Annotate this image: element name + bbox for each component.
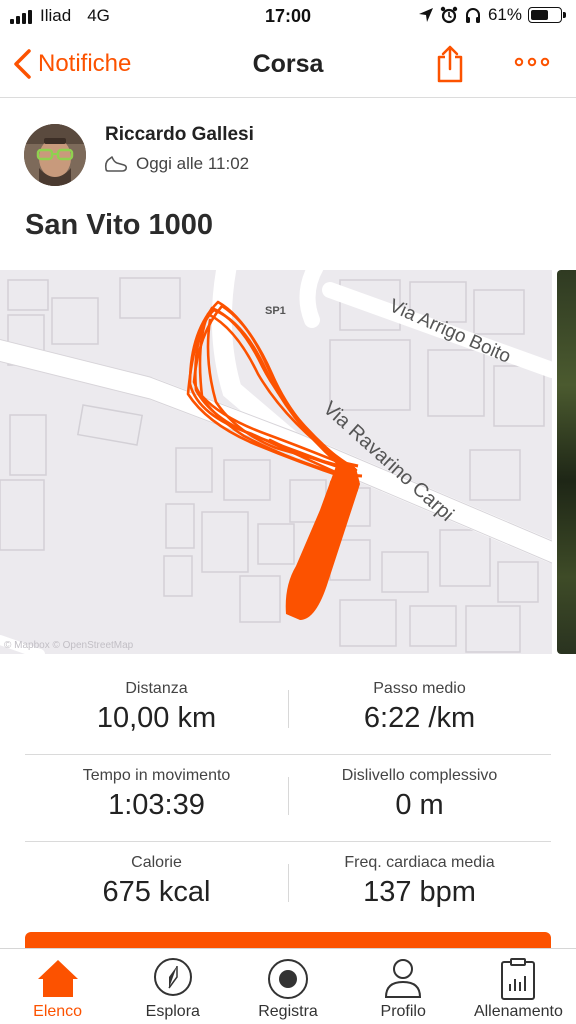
- record-icon: [268, 959, 308, 999]
- navigation-bar: Notifiche Corsa: [0, 32, 576, 98]
- chevron-left-icon: [14, 49, 31, 79]
- map-attribution: © Mapbox © OpenStreetMap: [4, 640, 134, 651]
- street-label-sp1: SP1: [265, 305, 286, 317]
- avatar[interactable]: [24, 124, 86, 186]
- stat-label: Calorie: [131, 854, 182, 871]
- stat-distance: Distanza 10,00 km: [25, 680, 288, 735]
- compass-icon: [153, 958, 192, 996]
- stats-row: Calorie 675 kcal Freq. cardiaca media 13…: [25, 842, 551, 929]
- stat-label: Distanza: [125, 680, 188, 697]
- stats-row: Tempo in movimento 1:03:39 Dislivello co…: [25, 755, 551, 842]
- stat-value: 6:22 /km: [363, 702, 476, 734]
- map-canvas: SP1 Via Arrigo Boito Via Ravarino Carpi …: [0, 270, 552, 654]
- battery-fill: [531, 10, 549, 20]
- activity-meta: Oggi alle 11:02: [104, 154, 249, 174]
- stat-moving-time: Tempo in movimento 1:03:39: [25, 767, 288, 822]
- alarm-icon: [440, 6, 458, 24]
- share-icon[interactable]: [434, 44, 466, 84]
- home-icon: [37, 960, 78, 997]
- stat-value: 137 bpm: [363, 876, 476, 908]
- status-right: 61%: [418, 5, 566, 25]
- tab-registra[interactable]: Registra: [230, 949, 345, 1024]
- stat-value: 0 m: [395, 789, 444, 821]
- shoe-icon: [104, 156, 128, 172]
- back-label: Notifiche: [38, 50, 132, 77]
- tab-label: Profilo: [380, 1003, 426, 1020]
- stat-calories: Calorie 675 kcal: [25, 854, 288, 909]
- athlete-name[interactable]: Riccardo Gallesi: [105, 124, 254, 146]
- stat-avg-heart-rate: Freq. cardiaca media 137 bpm: [288, 854, 551, 909]
- tab-label: Registra: [258, 1003, 318, 1020]
- activity-title: San Vito 1000: [25, 209, 214, 241]
- battery-percent: 61%: [487, 5, 522, 24]
- tab-bar: Elenco Esplora Registra Profilo Allename…: [0, 948, 576, 1024]
- stat-label: Tempo in movimento: [82, 767, 231, 784]
- tab-allenamento[interactable]: Allenamento: [461, 949, 576, 1024]
- route-map[interactable]: SP1 Via Arrigo Boito Via Ravarino Carpi …: [0, 270, 552, 654]
- headphones-icon: [465, 8, 480, 23]
- location-arrow-icon: [418, 8, 433, 22]
- tab-label: Elenco: [33, 1003, 83, 1020]
- stat-value: 1:03:39: [108, 789, 205, 821]
- stats-grid: Distanza 10,00 km Passo medio 6:22 /km T…: [25, 668, 551, 929]
- stat-avg-pace: Passo medio 6:22 /km: [288, 680, 551, 735]
- stats-row: Distanza 10,00 km Passo medio 6:22 /km: [25, 668, 551, 755]
- tab-profilo[interactable]: Profilo: [346, 949, 461, 1024]
- stat-label: Freq. cardiaca media: [344, 854, 495, 871]
- activity-photo-thumbnail[interactable]: [557, 270, 576, 654]
- stat-value: 675 kcal: [102, 876, 211, 908]
- battery-icon: [528, 7, 566, 23]
- tab-esplora[interactable]: Esplora: [115, 949, 230, 1024]
- clipboard-chart-icon: [501, 958, 536, 1000]
- stat-label: Dislivello complessivo: [341, 767, 498, 784]
- stat-elevation-gain: Dislivello complessivo 0 m: [288, 767, 551, 822]
- avatar-image: [24, 124, 86, 186]
- tab-elenco[interactable]: Elenco: [0, 949, 115, 1024]
- more-icon[interactable]: [512, 52, 552, 72]
- stat-label: Passo medio: [373, 680, 466, 697]
- status-bar: Iliad 4G 17:00 61%: [0, 0, 576, 32]
- tab-label: Esplora: [145, 1003, 200, 1020]
- stat-value: 10,00 km: [96, 702, 217, 734]
- back-button[interactable]: Notifiche: [12, 48, 131, 80]
- activity-time: Oggi alle 11:02: [136, 154, 250, 173]
- tab-label: Allenamento: [473, 1003, 563, 1020]
- profile-icon: [385, 959, 422, 998]
